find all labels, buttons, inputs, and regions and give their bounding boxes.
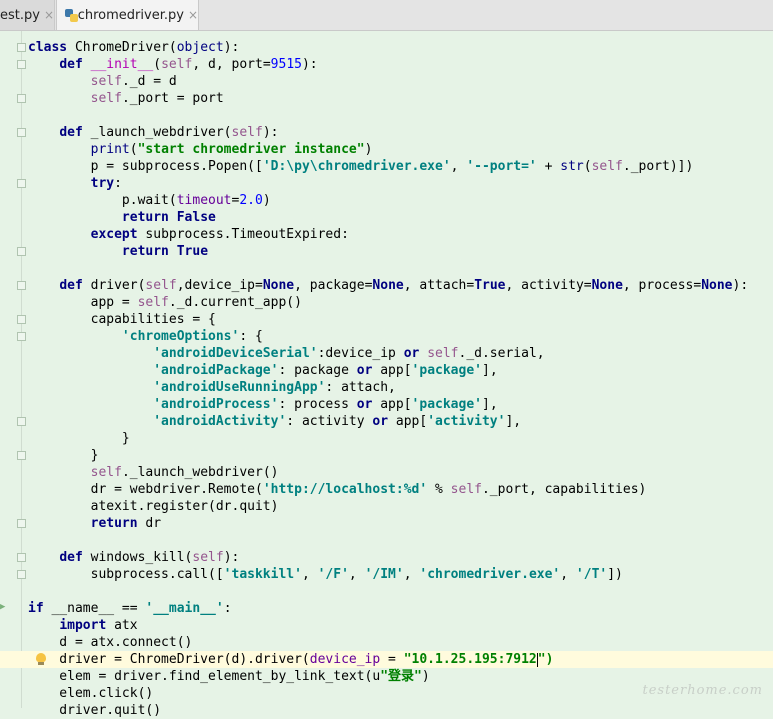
code-line: }: [28, 448, 99, 463]
tab-label: chromedriver.py: [77, 7, 184, 23]
code-line: return dr: [90, 516, 162, 531]
code-line: 'androidProcess': process or app['packag…: [153, 397, 498, 412]
fold-marker[interactable]: [17, 553, 26, 562]
tab-chromedriver-py[interactable]: chromedriver.py ×: [56, 0, 199, 30]
fold-marker[interactable]: [17, 60, 26, 69]
fold-marker[interactable]: [17, 43, 26, 52]
fold-marker[interactable]: [17, 247, 26, 256]
fold-marker[interactable]: [17, 94, 26, 103]
code-line: 'chromeOptions': {: [121, 329, 263, 344]
code-line: print("start chromedriver instance"): [90, 142, 373, 157]
code-line: 'androidActivity': activity or app['acti…: [153, 414, 522, 429]
code-line: 'androidDeviceSerial':device_ip or self.…: [153, 346, 545, 361]
code-line: elem = driver.find_element_by_link_text(…: [28, 669, 430, 684]
fold-marker[interactable]: [17, 315, 26, 324]
code-line: if __name__ == '__main__':: [28, 601, 232, 616]
code-line: driver = ChromeDriver(d).driver(device_i…: [28, 652, 554, 667]
fold-marker[interactable]: [17, 128, 26, 137]
fold-marker[interactable]: [17, 451, 26, 460]
watermark: testerhome.com: [642, 683, 763, 698]
code-line: try:: [90, 176, 122, 191]
code-line: self._launch_webdriver(): [90, 465, 279, 480]
code-line: def __init__(self, d, port=9515):: [59, 57, 318, 72]
code-line: elem.click(): [28, 686, 154, 701]
close-icon[interactable]: ×: [188, 8, 198, 22]
code-line: app = self._d.current_app(): [28, 295, 302, 310]
code-line: self._d = d: [90, 74, 177, 89]
code-line: import atx: [59, 618, 138, 633]
code-line: subprocess.call(['taskkill', '/F', '/IM'…: [28, 567, 623, 582]
close-icon[interactable]: ×: [44, 8, 54, 22]
code-line: driver.quit(): [28, 703, 162, 718]
code-editor[interactable]: ▶ class ChromeDriver(object): def __init…: [0, 31, 773, 718]
code-line: p = subprocess.Popen(['D:\py\chromedrive…: [28, 159, 694, 174]
code-line: 'androidUseRunningApp': attach,: [153, 380, 396, 395]
fold-marker[interactable]: [17, 179, 26, 188]
code-line: d = atx.connect(): [28, 635, 193, 650]
code-line: atexit.register(dr.quit): [28, 499, 279, 514]
code-line: }: [28, 431, 130, 446]
code-line: self._port = port: [90, 91, 224, 106]
tab-label: est.py: [0, 7, 40, 23]
code-line: dr = webdriver.Remote('http://localhost:…: [28, 482, 647, 497]
python-file-icon: [65, 8, 78, 22]
code-line: except subprocess.TimeoutExpired:: [90, 227, 349, 242]
code-line: 'androidPackage': package or app['packag…: [153, 363, 498, 378]
fold-marker[interactable]: [17, 332, 26, 341]
code-line: def driver(self,device_ip=None, package=…: [59, 278, 749, 293]
fold-marker[interactable]: [17, 417, 26, 426]
code-line: def windows_kill(self):: [59, 550, 240, 565]
editor-tab-bar: est.py × chromedriver.py ×: [0, 0, 773, 31]
fold-marker[interactable]: [17, 570, 26, 579]
code-line: p.wait(timeout=2.0): [28, 193, 271, 208]
run-arrow-icon[interactable]: ▶: [0, 602, 5, 612]
tab-test-py[interactable]: est.py ×: [0, 0, 55, 30]
code-line: capabilities = {: [28, 312, 216, 327]
code-line: def _launch_webdriver(self):: [59, 125, 279, 140]
code-line: return True: [121, 244, 209, 259]
fold-marker[interactable]: [17, 281, 26, 290]
code-line: return False: [121, 210, 216, 225]
fold-marker[interactable]: [17, 519, 26, 528]
code-line: class ChromeDriver(object):: [28, 40, 240, 55]
